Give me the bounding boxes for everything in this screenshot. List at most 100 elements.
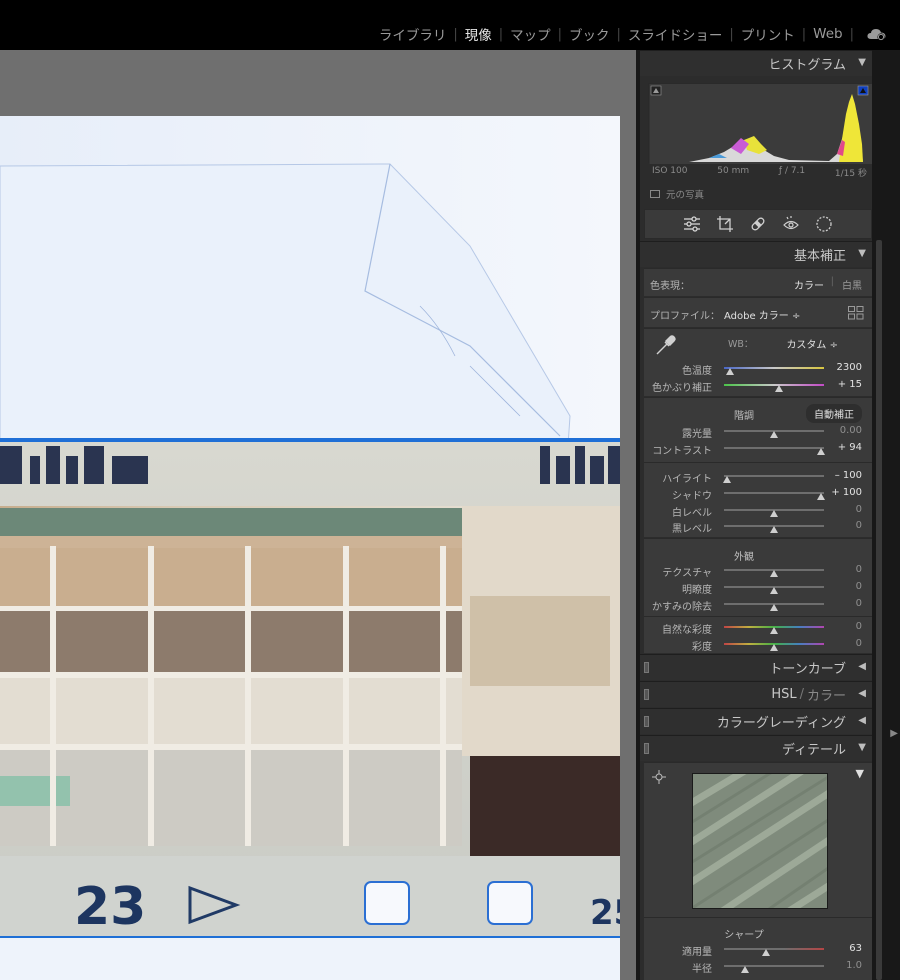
whites-value[interactable]: 0 [856, 504, 862, 515]
exposure-thumb[interactable] [770, 431, 778, 438]
amount-slider-row[interactable]: 適用量 63 [644, 943, 872, 958]
dehaze-value[interactable]: 0 [856, 598, 862, 609]
detail-target-icon[interactable] [652, 769, 666, 788]
texture-thumb[interactable] [770, 570, 778, 577]
whites-thumb[interactable] [770, 510, 778, 517]
blacks-track[interactable] [724, 525, 824, 533]
dehaze-slider-row[interactable]: かすみの除去 0 [644, 598, 872, 613]
shadows-thumb[interactable] [817, 493, 825, 500]
clarity-thumb[interactable] [770, 587, 778, 594]
module-book[interactable]: ブック [562, 24, 617, 44]
basic-panel-header[interactable]: 基本補正 ▼ [640, 241, 872, 267]
module-develop[interactable]: 現像 [458, 24, 499, 44]
expand-triangle-icon[interactable]: ◀ [858, 688, 866, 699]
whites-track[interactable] [724, 509, 824, 517]
blacks-slider-row[interactable]: 黒レベル 0 [644, 520, 872, 535]
highlights-value[interactable]: – 100 [835, 470, 862, 481]
image-canvas[interactable]: 23 25 [0, 50, 636, 980]
saturation-slider-row[interactable]: 彩度 0 [644, 638, 872, 653]
detail-preview-menu-icon[interactable]: ▼ [856, 767, 864, 780]
collapse-triangle-icon[interactable]: ▼ [858, 742, 866, 753]
radius-thumb[interactable] [741, 966, 749, 973]
saturation-value[interactable]: 0 [856, 638, 862, 649]
shadows-value[interactable]: + 100 [831, 487, 862, 498]
blacks-thumb[interactable] [770, 526, 778, 533]
texture-slider-row[interactable]: テクスチャ 0 [644, 564, 872, 579]
temp-value[interactable]: 2300 [837, 362, 862, 373]
redeye-icon[interactable] [781, 214, 801, 234]
module-library[interactable]: ライブラリ [372, 24, 454, 44]
crop-icon[interactable] [715, 214, 735, 234]
temp-thumb[interactable] [726, 368, 734, 375]
treatment-color-option[interactable]: カラー [794, 277, 824, 292]
highlights-slider-row[interactable]: ハイライト – 100 [644, 470, 872, 485]
panel-switch-icon[interactable] [644, 689, 649, 700]
clarity-track[interactable] [724, 586, 824, 594]
expand-triangle-icon[interactable]: ◀ [858, 715, 866, 726]
cloud-sync-icon[interactable] [866, 26, 888, 42]
exposure-track[interactable] [724, 430, 824, 438]
vibrance-track[interactable] [724, 626, 824, 634]
detail-preview-image[interactable] [692, 773, 828, 909]
shadows-track[interactable] [724, 492, 825, 500]
tint-thumb[interactable] [775, 385, 783, 392]
dehaze-track[interactable] [724, 603, 824, 611]
radius-value[interactable]: 1.0 [846, 960, 862, 971]
module-map[interactable]: マップ [503, 24, 558, 44]
original-photo-toggle[interactable]: 元の写真 [650, 187, 704, 201]
sliders-icon[interactable] [682, 214, 702, 234]
contrast-slider-row[interactable]: コントラスト + 94 [644, 442, 872, 457]
tint-slider-row[interactable]: 色かぶり補正 + 15 [644, 379, 872, 394]
tone-curve-header[interactable]: トーンカーブ ◀ [640, 654, 872, 680]
highlights-track[interactable] [723, 475, 824, 483]
panel-switch-icon[interactable] [644, 662, 649, 673]
profile-browser-grid-icon[interactable] [848, 305, 864, 324]
wb-eyedropper-icon[interactable] [654, 333, 676, 361]
contrast-value[interactable]: + 94 [838, 442, 862, 453]
auto-tone-button[interactable]: 自動補正 [806, 404, 862, 423]
collapse-triangle-icon[interactable]: ▼ [858, 248, 866, 259]
color-grading-header[interactable]: カラーグレーディング ◀ [640, 708, 872, 734]
exposure-value[interactable]: 0.00 [840, 425, 862, 436]
radius-track[interactable] [724, 965, 824, 973]
panel-scrollbar[interactable] [876, 240, 882, 980]
vibrance-thumb[interactable] [770, 627, 778, 634]
profile-dropdown[interactable]: Adobe カラー ÷ [724, 307, 800, 322]
amount-value[interactable]: 63 [849, 943, 862, 954]
amount-track[interactable] [724, 948, 824, 956]
highlights-thumb[interactable] [723, 476, 731, 483]
panel-switch-icon[interactable] [644, 716, 649, 727]
module-slideshow[interactable]: スライドショー [621, 24, 730, 44]
clarity-slider-row[interactable]: 明瞭度 0 [644, 581, 872, 596]
module-print[interactable]: プリント [734, 24, 802, 44]
histogram-header[interactable]: ヒストグラム ▼ [640, 50, 872, 76]
hsl-title[interactable]: HSL [771, 687, 796, 702]
saturation-track[interactable] [724, 643, 824, 651]
treatment-bw-option[interactable]: 白黒 [842, 277, 862, 292]
texture-track[interactable] [724, 569, 824, 577]
histogram-chart[interactable] [648, 83, 872, 164]
contrast-thumb[interactable] [817, 448, 825, 455]
blacks-value[interactable]: 0 [856, 520, 862, 531]
vibrance-slider-row[interactable]: 自然な彩度 0 [644, 621, 872, 636]
panel-switch-icon[interactable] [644, 743, 649, 754]
radius-slider-row[interactable]: 半径 1.0 [644, 960, 872, 975]
temp-slider-row[interactable]: 色温度 2300 [644, 362, 872, 377]
checkbox-icon[interactable] [650, 190, 660, 198]
amount-thumb[interactable] [762, 949, 770, 956]
dehaze-thumb[interactable] [770, 604, 778, 611]
texture-value[interactable]: 0 [856, 564, 862, 575]
vibrance-value[interactable]: 0 [856, 621, 862, 632]
tint-value[interactable]: + 15 [838, 379, 862, 390]
whites-slider-row[interactable]: 白レベル 0 [644, 504, 872, 519]
panel-collapse-arrow-icon[interactable]: ▶ [890, 728, 898, 739]
detail-header[interactable]: ディテール ▼ [640, 735, 872, 761]
exposure-slider-row[interactable]: 露光量 0.00 [644, 425, 872, 440]
contrast-track[interactable] [724, 447, 825, 455]
shadows-slider-row[interactable]: シャドウ + 100 [644, 487, 872, 502]
healing-icon[interactable] [748, 214, 768, 234]
collapse-triangle-icon[interactable]: ▼ [858, 57, 866, 68]
expand-triangle-icon[interactable]: ◀ [858, 661, 866, 672]
masking-icon[interactable] [814, 214, 834, 234]
saturation-thumb[interactable] [770, 644, 778, 651]
